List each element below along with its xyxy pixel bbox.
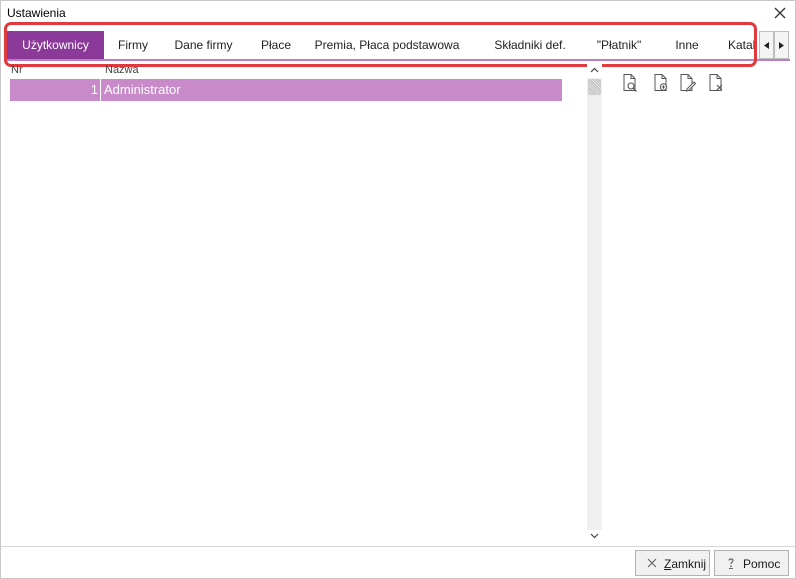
tab-katalogi[interactable]: Katal xyxy=(719,31,757,59)
delete-button[interactable] xyxy=(707,73,725,93)
close-icon xyxy=(774,7,786,19)
column-header-nr[interactable]: Nr xyxy=(11,64,23,76)
tab-list: Użytkownicy Firmy Dane firmy Płace Premi… xyxy=(7,31,757,59)
window-title: Ustawienia xyxy=(7,6,66,20)
triangle-right-icon xyxy=(779,42,784,49)
tab-place[interactable]: Płace xyxy=(245,31,307,59)
table-row[interactable]: 1 Administrator xyxy=(10,79,562,101)
vertical-scrollbar[interactable] xyxy=(587,64,602,544)
tab-strip: Użytkownicy Firmy Dane firmy Płace Premi… xyxy=(7,31,790,61)
chevron-down-icon xyxy=(590,533,599,539)
help-icon xyxy=(728,558,734,569)
tab-firmy[interactable]: Firmy xyxy=(104,31,162,59)
chevron-up-icon xyxy=(590,67,599,73)
close-button-label: Zamknij xyxy=(664,557,707,571)
document-preview-icon xyxy=(623,74,637,92)
cell-nr: 1 xyxy=(10,79,101,101)
document-delete-icon xyxy=(709,74,723,91)
record-toolbar xyxy=(621,73,731,93)
document-edit-icon xyxy=(680,74,696,92)
tab-scroll-right-button[interactable] xyxy=(774,31,789,59)
scroll-thumb[interactable] xyxy=(588,79,601,95)
cell-nazwa: Administrator xyxy=(104,82,181,97)
document-add-icon xyxy=(654,74,668,91)
tab-dane-firmy[interactable]: Dane firmy xyxy=(162,31,245,59)
settings-window: Ustawienia Użytkownicy Firmy Dane firmy … xyxy=(0,0,796,579)
tab-skladniki-def[interactable]: Składniki def. xyxy=(477,31,583,59)
triangle-left-icon xyxy=(764,42,769,49)
tab-platnik[interactable]: "Płatnik" xyxy=(583,31,655,59)
column-header-nazwa[interactable]: Nazwa xyxy=(105,64,139,76)
tab-scroll-left-button[interactable] xyxy=(759,31,774,59)
scroll-down-button[interactable] xyxy=(587,530,602,544)
grid-header: Nr Nazwa xyxy=(9,64,562,79)
tab-inne[interactable]: Inne xyxy=(667,31,707,59)
users-grid: Nr Nazwa 1 Administrator xyxy=(9,64,587,544)
edit-button[interactable] xyxy=(678,73,696,93)
close-icon xyxy=(647,558,657,568)
close-window-button[interactable] xyxy=(771,4,789,22)
title-bar: Ustawienia xyxy=(1,1,795,25)
add-button[interactable] xyxy=(652,73,670,93)
tab-uzytkownicy[interactable]: Użytkownicy xyxy=(7,31,104,59)
footer-divider xyxy=(1,546,795,547)
close-button[interactable]: Zamknij xyxy=(635,550,710,576)
preview-button[interactable] xyxy=(621,73,639,93)
help-button[interactable]: Pomoc xyxy=(714,550,789,576)
tab-premia-placa-podstawowa[interactable]: Premia, Płaca podstawowa xyxy=(307,31,467,59)
help-button-label: Pomoc xyxy=(743,557,781,571)
scroll-up-button[interactable] xyxy=(587,64,602,78)
